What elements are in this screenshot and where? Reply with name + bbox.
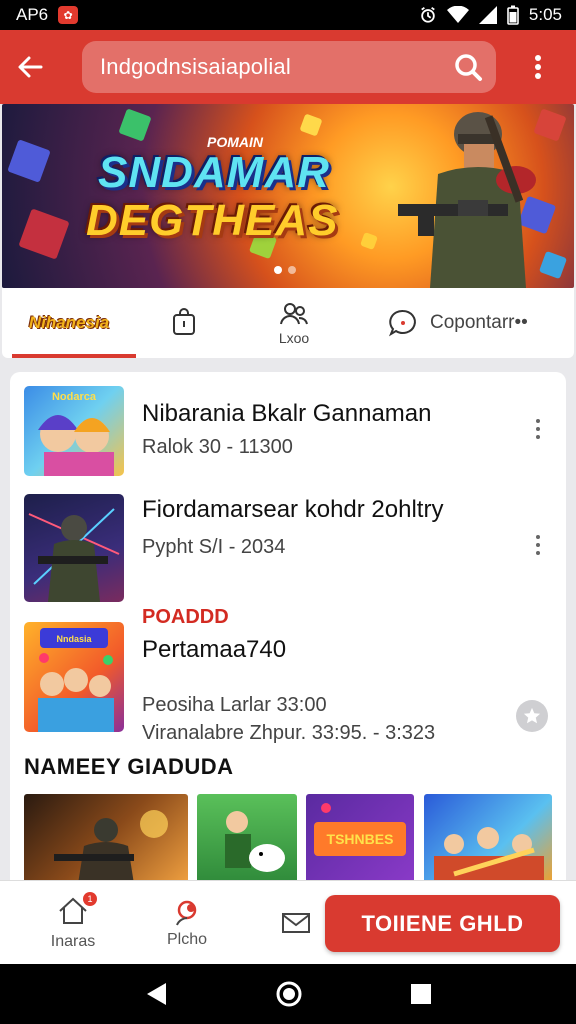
tab-contact-label: Copontarr••	[430, 312, 528, 333]
nav-profile[interactable]: Plcho	[142, 881, 232, 965]
svg-text:Nodarca: Nodarca	[52, 391, 97, 403]
soldier-illustration	[398, 112, 536, 288]
search-icon[interactable]	[450, 49, 486, 85]
more-vertical-icon	[535, 55, 541, 79]
system-home-button[interactable]	[275, 980, 303, 1008]
wifi-icon	[446, 6, 469, 23]
system-back-button[interactable]	[144, 981, 168, 1007]
app-bar: Indgodnsisaiapolial	[0, 30, 576, 104]
favorite-button[interactable]	[516, 700, 548, 732]
item-more-button[interactable]	[528, 530, 548, 560]
game-title: Pertamaa740	[142, 636, 287, 663]
tab-indonesia[interactable]: Nihanesia	[2, 288, 136, 358]
carousel-dot[interactable]	[288, 266, 296, 274]
signal-icon	[478, 6, 497, 24]
banner-title-line2: DEGTHEAS	[86, 196, 339, 245]
list-item[interactable]: Fiordamarsear kohdr 2ohltry Pypht S/I - …	[10, 492, 566, 602]
system-navigation-bar	[0, 964, 576, 1024]
battery-icon	[507, 5, 519, 25]
tab-logo-label: Nihanesia	[28, 313, 110, 332]
profile-icon	[176, 900, 197, 926]
decor-cube	[299, 113, 323, 137]
alarm-icon	[421, 7, 435, 23]
overflow-menu-button[interactable]	[518, 30, 558, 104]
game-title: Nibarania Bkalr Gannaman	[142, 400, 432, 427]
clock: 5:05	[528, 5, 562, 24]
list-item[interactable]: Nodarca Nibarania Bkalr Gannaman Ralok 3…	[10, 384, 566, 484]
star-icon	[523, 707, 541, 724]
tab-community[interactable]: Lxoo	[232, 288, 356, 358]
game-detail: Viranalabre Zhpur. 33:95. - 3:323	[142, 722, 436, 744]
back-button[interactable]	[0, 30, 60, 104]
decor-cube	[118, 108, 152, 142]
carrier-label: AP6	[16, 5, 49, 24]
search-input[interactable]: Indgodnsisaiapolial	[82, 41, 496, 93]
nav-inbox[interactable]	[266, 881, 326, 965]
promo-tag: POADDD	[142, 606, 229, 628]
mail-icon	[282, 913, 310, 933]
tab-shop[interactable]	[136, 288, 232, 358]
category-tabs: Nihanesia Lxoo Copontarr••	[2, 288, 574, 358]
promo-banner[interactable]: POMAIN SNDAMAR DEGTHEAS	[2, 104, 574, 288]
home-badge: 1	[83, 891, 97, 906]
search-query: Indgodnsisaiapolial	[100, 54, 291, 79]
svg-text:Nndasia: Nndasia	[56, 634, 92, 644]
featured-game-card[interactable]	[424, 794, 552, 884]
banner-title-line1: SNDAMAR	[98, 148, 330, 197]
game-meta: Peosiha Larlar 33:00	[142, 694, 327, 716]
bottom-navigation: 1 Inaras Plcho TOIIENE GHLD	[0, 880, 576, 964]
circle-home-icon	[276, 981, 302, 1007]
community-icon	[280, 303, 308, 325]
decor-cube	[7, 139, 51, 183]
primary-action-button[interactable]: TOIIENE GHLD	[325, 895, 560, 952]
game-thumbnail: Nodarca	[24, 386, 124, 476]
featured-game-card[interactable]	[197, 794, 297, 884]
game-thumbnail: Nndasia	[24, 622, 124, 732]
triangle-back-icon	[146, 983, 166, 1005]
notification-icon: ✿	[58, 6, 79, 24]
svg-text:TSHNBES: TSHNBES	[327, 831, 394, 847]
game-meta: Pypht S/I - 2034	[142, 536, 286, 558]
square-recents-icon	[411, 984, 432, 1004]
game-title: Fiordamarsear kohdr 2ohltry	[142, 496, 444, 523]
decor-cube	[360, 232, 378, 250]
decor-cube	[18, 208, 70, 260]
game-list-card: Nodarca Nibarania Bkalr Gannaman Ralok 3…	[10, 372, 566, 902]
list-item[interactable]: Nndasia POADDD Pertamaa740 Peosiha Larla…	[10, 602, 566, 744]
arrow-left-icon	[18, 56, 43, 78]
item-more-button[interactable]	[528, 414, 548, 444]
tab-contact[interactable]: Copontarr••	[356, 288, 574, 358]
system-recents-button[interactable]	[410, 983, 432, 1005]
nav-home[interactable]: 1 Inaras	[28, 881, 118, 965]
chat-icon	[388, 309, 416, 337]
carousel-dot[interactable]	[274, 266, 282, 274]
status-bar: AP6 ✿ 5:05	[0, 0, 576, 30]
carousel-indicator	[274, 266, 296, 274]
game-meta: Ralok 30 - 11300	[142, 436, 293, 458]
game-thumbnail	[24, 494, 124, 602]
section-title: NAMEEY GIADUDA	[24, 754, 234, 779]
shopping-bag-icon	[173, 308, 195, 335]
featured-game-card[interactable]	[24, 794, 188, 884]
tab-community-label: Lxoo	[278, 330, 310, 346]
nav-home-label: Inaras	[50, 932, 96, 950]
nav-profile-label: Plcho	[166, 931, 208, 948]
featured-game-card[interactable]: TSHNBES	[306, 794, 414, 884]
